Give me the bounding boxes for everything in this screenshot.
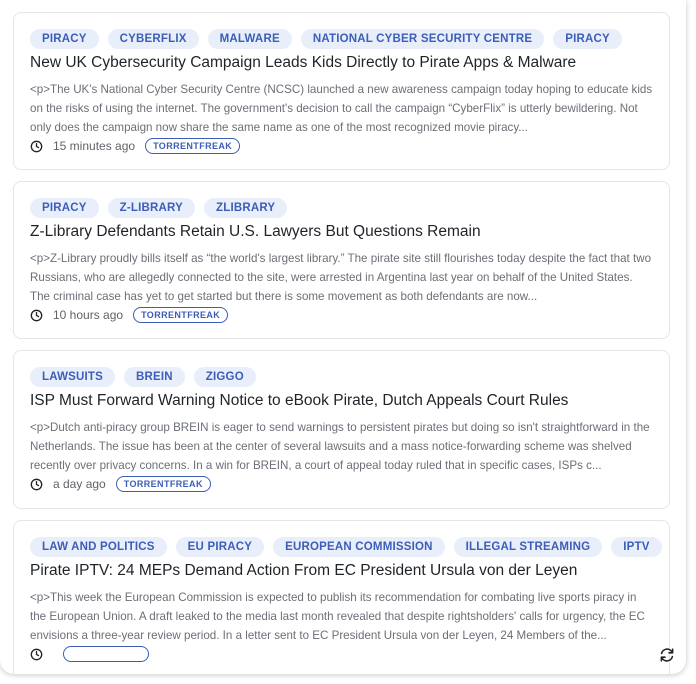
tag-list: PIRACY Z-LIBRARY ZLIBRARY (30, 198, 296, 218)
article-meta (30, 645, 149, 663)
tag-chip[interactable]: PIRACY (30, 198, 99, 218)
clock-icon (30, 140, 43, 152)
tag-chip[interactable]: Z-LIBRARY (107, 198, 195, 218)
published-time: 15 minutes ago (53, 139, 136, 153)
tag-chip[interactable]: LAWSUITS (30, 367, 116, 387)
article-summary: <p>The UK's National Cyber Security Cent… (30, 83, 653, 134)
article-card[interactable]: LAW AND POLITICS EU PIRACY EUROPEAN COMMIS… (13, 520, 670, 674)
tag-chip[interactable]: EU PIRACY (175, 537, 265, 557)
tag-chip[interactable]: PIRACY (30, 29, 99, 49)
tag-chip[interactable]: LAW AND POLITICS (30, 537, 167, 557)
article-meta: 15 minutes ago TORRENTFREAK (30, 137, 241, 155)
source-badge[interactable]: TORRENTFREAK (145, 138, 241, 154)
news-feed-panel: PIRACY CYBERFLIX MALWARE NATIONAL CYBER SEC… (0, 0, 686, 674)
article-card[interactable]: LAWSUITS BREIN ZIGGO ISP Must Forward Warn… (13, 350, 670, 509)
tag-chip[interactable]: ZIGGO (193, 367, 256, 387)
tag-chip[interactable]: CYBERFLIX (107, 29, 199, 49)
tag-chip[interactable]: NATIONAL CYBER SECURITY CENTRE (300, 29, 545, 49)
tag-list: LAWSUITS BREIN ZIGGO (30, 367, 265, 387)
article-summary: <p>This week the European Commission is … (30, 591, 645, 642)
published-time: 10 hours ago (53, 308, 124, 322)
article-title[interactable]: ISP Must Forward Warning Notice to eBook… (30, 392, 657, 410)
article-summary: <p>Dutch anti-piracy group BREIN is eage… (30, 421, 650, 472)
article-summary: <p>Z-Library proudly bills itself as “th… (30, 252, 652, 303)
article-meta: 10 hours ago TORRENTFREAK (30, 306, 229, 324)
article-title[interactable]: Pirate IPTV: 24 MEPs Demand Action From … (30, 562, 657, 580)
refresh-button[interactable] (657, 645, 677, 665)
article-title[interactable]: Z-Library Defendants Retain U.S. Lawyers… (30, 223, 657, 241)
published-time: a day ago (53, 477, 106, 491)
clock-icon (30, 648, 43, 660)
tag-list: PIRACY CYBERFLIX MALWARE NATIONAL CYBER SEC… (30, 29, 631, 49)
source-badge[interactable]: TORRENTFREAK (133, 307, 229, 323)
article-card[interactable]: PIRACY CYBERFLIX MALWARE NATIONAL CYBER SEC… (13, 12, 670, 170)
refresh-icon (660, 648, 674, 662)
source-badge[interactable] (63, 646, 149, 662)
article-card[interactable]: PIRACY Z-LIBRARY ZLIBRARY Z-Library Defend… (13, 181, 670, 339)
tag-chip[interactable]: EUROPEAN COMMISSION (273, 537, 445, 557)
tag-chip[interactable]: BREIN (124, 367, 185, 387)
tag-chip[interactable]: ZLIBRARY (204, 198, 288, 218)
tag-chip[interactable]: IPTV (611, 537, 662, 557)
source-badge[interactable]: TORRENTFREAK (115, 476, 211, 492)
article-title[interactable]: New UK Cybersecurity Campaign Leads Kids… (30, 54, 657, 72)
clock-icon (30, 478, 43, 490)
article-meta: a day ago TORRENTFREAK (30, 475, 211, 493)
clock-icon (30, 309, 43, 321)
tag-list: LAW AND POLITICS EU PIRACY EUROPEAN COMMIS… (30, 537, 671, 557)
tag-chip[interactable]: PIRACY (553, 29, 622, 49)
tag-chip[interactable]: MALWARE (207, 29, 292, 49)
tag-chip[interactable]: ILLEGAL STREAMING (453, 537, 603, 557)
